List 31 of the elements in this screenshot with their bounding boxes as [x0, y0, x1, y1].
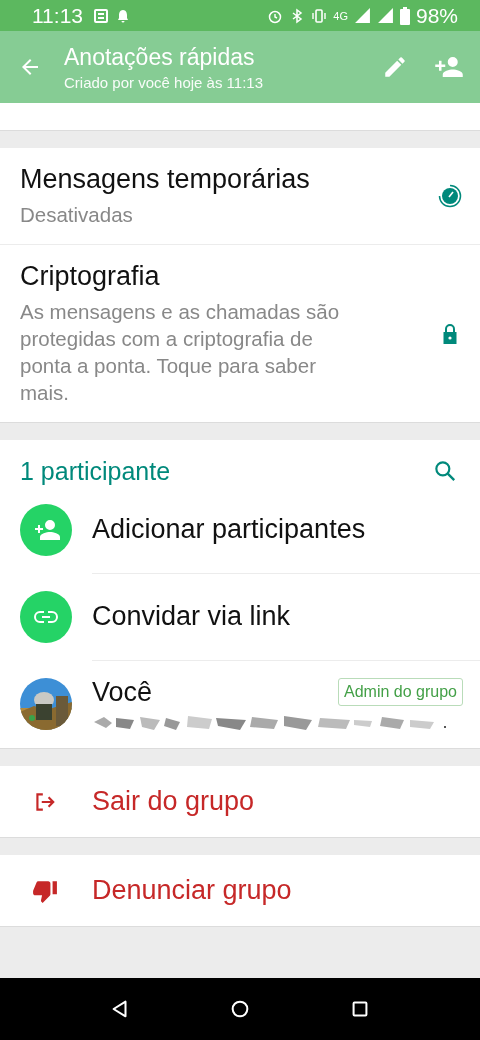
pencil-icon	[382, 54, 408, 80]
notification-icon	[93, 7, 109, 24]
status-time: 11:13	[32, 3, 83, 28]
bell-icon	[115, 7, 131, 24]
member-row[interactable]: Você Admin do grupo	[0, 660, 480, 748]
search-icon	[432, 458, 458, 484]
battery-icon	[399, 6, 410, 25]
timer-icon	[438, 184, 462, 208]
participant-action[interactable]: Convidar via link	[0, 573, 480, 660]
network-type: 4G	[333, 9, 348, 22]
battery-percent: 98%	[415, 3, 458, 28]
setting-title: Criptografia	[20, 261, 161, 292]
participant-count: 1 participante	[20, 456, 171, 486]
vibrate-icon	[311, 7, 328, 24]
member-name: Você	[92, 676, 153, 708]
exit-group-row[interactable]: Sair do grupo	[0, 766, 480, 837]
setting-description: Desativadas	[20, 202, 134, 228]
home-nav-button[interactable]	[229, 998, 251, 1020]
signal-icon	[353, 7, 371, 24]
add-person-icon	[20, 503, 72, 556]
group-subtitle: Criado por você hoje às 11:13	[64, 73, 264, 91]
admin-badge: Admin do grupo	[338, 678, 463, 706]
report-group-row[interactable]: Denunciar grupo	[0, 855, 480, 926]
setting-title: Mensagens temporárias	[20, 164, 311, 195]
participant-action[interactable]: Adicionar participantes	[0, 486, 480, 573]
setting-description: As mensagens e as chamadas são protegidas com a criptografia de ponta a ponta. Toque para saber mais.	[20, 299, 341, 406]
signal-icon	[376, 7, 394, 24]
settings-row[interactable]: Mensagens temporárias Desativadas	[0, 148, 480, 245]
link-icon	[20, 590, 72, 643]
settings-row[interactable]: Criptografia As mensagens e as chamadas são protegidas com a criptografia de ponta a ponta. Toque para saber mais.	[0, 245, 480, 422]
group-title: Anotações rápidas	[64, 43, 256, 71]
